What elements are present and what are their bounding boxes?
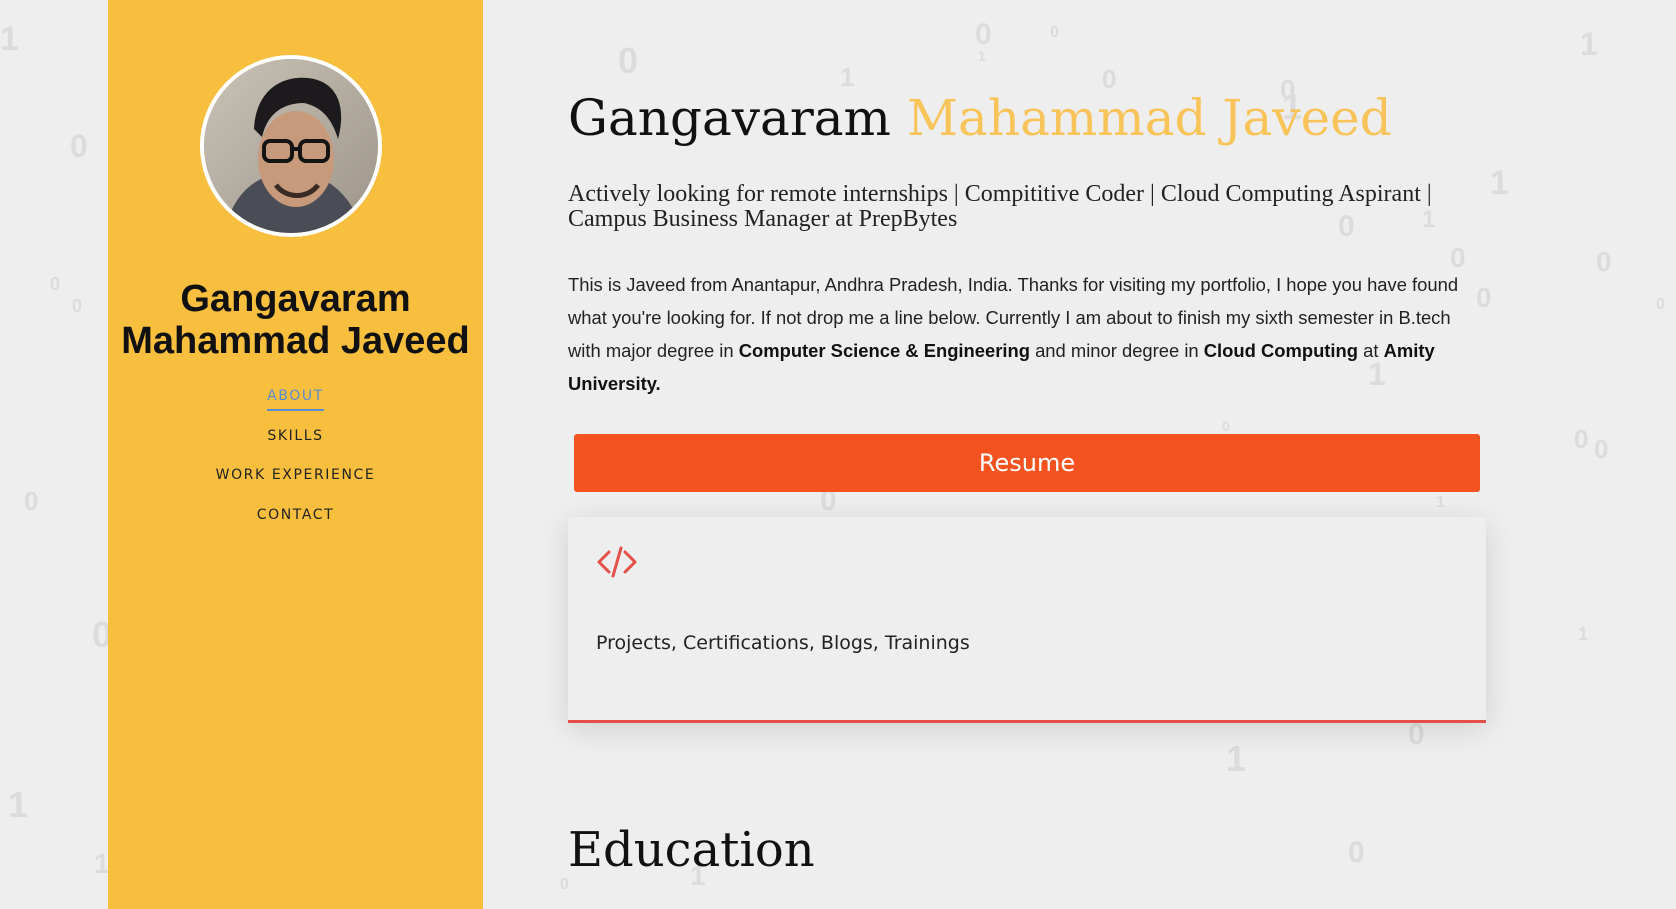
bg-digit: 0 [1596, 246, 1612, 277]
resume-button[interactable]: Resume [574, 434, 1480, 492]
avatar [200, 55, 382, 237]
hero-name-first: Gangavaram [568, 89, 891, 147]
main-content: Gangavaram Mahammad Javeed Actively look… [568, 0, 1488, 909]
bg-digit: 1 [1580, 26, 1598, 62]
code-icon [597, 546, 637, 578]
bg-digit: 0 [70, 128, 88, 164]
about-mid: and minor degree in [1029, 340, 1204, 361]
profile-photo [204, 59, 378, 233]
nav-item-skills: SKILLS [108, 424, 483, 464]
about-major: Computer Science & Engineering [738, 340, 1030, 361]
about-minor: Cloud Computing [1203, 340, 1359, 361]
bg-digit: 1 [1490, 164, 1509, 202]
sidebar: Gangavaram Mahammad Javeed ABOUT SKILLS … [108, 0, 483, 909]
hero-name: Gangavaram Mahammad Javeed [568, 86, 1392, 150]
headline: Actively looking for remote internships … [568, 181, 1432, 232]
bg-digit: 0 [1594, 434, 1609, 464]
bg-digit: 1 [1578, 624, 1589, 644]
nav-item-work-experience: WORK EXPERIENCE [108, 463, 483, 503]
bg-digit: 1 [8, 784, 29, 825]
bg-digit: 0 [1574, 424, 1589, 454]
bg-digit: 0 [1656, 296, 1665, 313]
hero-name-accent: Mahammad Javeed [906, 89, 1392, 147]
education-title: Education [568, 822, 815, 878]
projects-card[interactable]: Projects, Certifications, Blogs, Trainin… [568, 517, 1486, 723]
sidebar-nav: ABOUT SKILLS WORK EXPERIENCE CONTACT [108, 384, 483, 542]
nav-link-work-experience[interactable]: WORK EXPERIENCE [216, 463, 376, 487]
nav-link-about[interactable]: ABOUT [267, 384, 324, 411]
bg-digit: 0 [72, 296, 83, 316]
nav-item-contact: CONTACT [108, 503, 483, 543]
bg-digit: 0 [24, 486, 39, 516]
projects-card-text: Projects, Certifications, Blogs, Trainin… [596, 632, 970, 654]
about-at: at [1358, 340, 1384, 361]
nav-link-contact[interactable]: CONTACT [257, 503, 335, 527]
sidebar-name: Gangavaram Mahammad Javeed [121, 278, 470, 362]
bg-digit: 0 [50, 274, 61, 294]
nav-link-skills[interactable]: SKILLS [267, 424, 323, 448]
bg-digit: 1 [0, 20, 19, 58]
page: 1 0 0 0 0 0 1 1 0 1 0 1 0 0 0 1 1 1 0 1 … [0, 0, 1676, 909]
nav-item-about: ABOUT [108, 384, 483, 424]
about-paragraph: This is Javeed from Anantapur, Andhra Pr… [568, 268, 1480, 400]
